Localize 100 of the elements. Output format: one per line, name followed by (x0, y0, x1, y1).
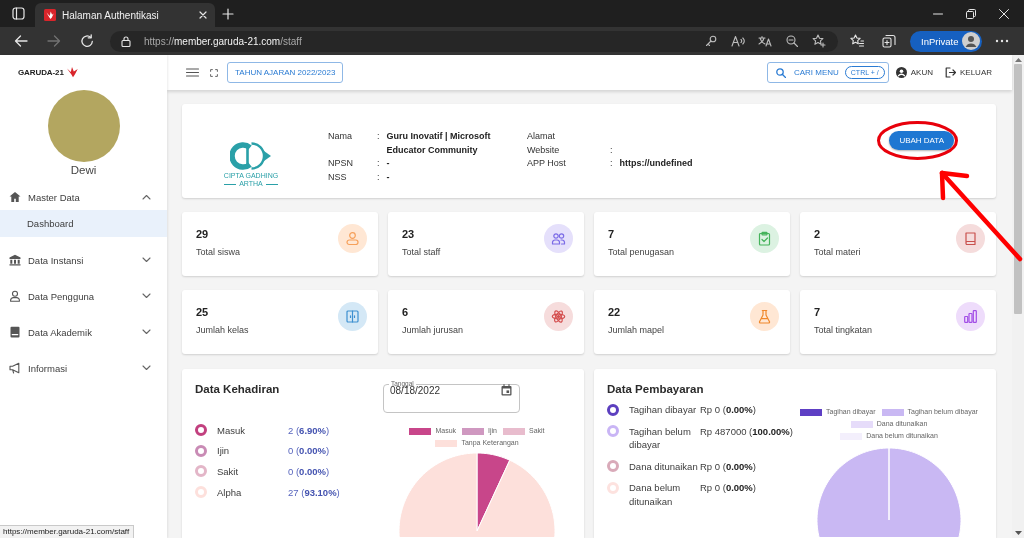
scroll-up-icon[interactable] (1014, 58, 1022, 62)
book-icon (9, 326, 21, 338)
read-aloud-icon[interactable] (730, 35, 745, 47)
stat-label: Jumlah jurusan (402, 325, 464, 336)
user-icon (9, 290, 21, 302)
translate-icon[interactable] (757, 35, 772, 47)
academic-year-button[interactable]: TAHUN AJARAN 2022/2023 (227, 62, 344, 83)
bar-chart-icon (956, 302, 985, 331)
menu-item[interactable]: Master Data (0, 184, 167, 210)
stat-label: Total penugasan (608, 247, 675, 258)
menu-item[interactable]: Data Pengguna (0, 283, 167, 309)
payment-label: Dana ditunaikan (629, 459, 699, 473)
payment-value: Rp 487000 (100.00%) (700, 424, 793, 438)
attendance-label: Alpha (217, 486, 243, 498)
bird-icon (65, 66, 79, 78)
payment-value: Rp 0 (0.00%) (700, 403, 756, 417)
card-title: Data Kehadiran (195, 382, 280, 396)
stat-value: 22 (608, 306, 621, 319)
attendance-value: 27 (93.10%) (288, 486, 340, 498)
menu-item[interactable]: Data Akademik (0, 319, 167, 345)
door-icon (338, 302, 367, 331)
stat-value: 2 (814, 228, 821, 241)
status-url: https://member.garuda-21.com/staff (0, 525, 135, 538)
browser-tab[interactable]: Halaman Authentikasi (35, 3, 215, 27)
card-title: Data Pembayaran (607, 382, 704, 396)
stat-label: Jumlah mapel (608, 325, 665, 336)
separator: : (610, 143, 613, 157)
detail-label: Nama (328, 130, 353, 143)
payment-label: Dana belum ditunaikan (629, 481, 682, 508)
detail-value: Guru Inovatif | Microsoft Educator Community (386, 130, 492, 157)
scrollbar-thumb[interactable] (1014, 64, 1022, 314)
flask-icon (750, 302, 779, 331)
more-icon[interactable] (995, 39, 1009, 43)
refresh-icon[interactable] (79, 34, 94, 48)
profile-avatar-icon (962, 32, 980, 50)
separator: : (610, 157, 613, 170)
account-icon (895, 67, 907, 78)
detail-label: NSS (328, 170, 348, 184)
person-icon (338, 224, 367, 253)
home-icon (9, 191, 21, 203)
separator: : (377, 130, 380, 143)
tab-actions-icon[interactable] (11, 7, 25, 20)
fullscreen-icon[interactable] (210, 68, 218, 77)
account-link[interactable]: AKUN (895, 67, 933, 78)
detail-value: - (386, 157, 390, 170)
attendance-label: Sakit (217, 466, 240, 477)
scrollbar-track[interactable] (1012, 55, 1024, 538)
restore-icon[interactable] (965, 8, 976, 19)
logout-link[interactable]: KELUAR (945, 67, 992, 78)
lock-icon (120, 35, 132, 47)
menu-item[interactable]: Data Instansi (0, 247, 167, 273)
back-arrow-icon[interactable] (13, 34, 28, 48)
brand-logo-text[interactable]: GARUDA-21 (18, 67, 64, 77)
stat-label: Jumlah kelas (196, 325, 249, 336)
stat-label: Total siswa (196, 247, 240, 258)
attendance-label: Ijin (217, 445, 231, 457)
atom-icon (544, 302, 573, 331)
clipboard-check-icon (750, 224, 779, 253)
stat-value: 29 (196, 228, 209, 241)
people-icon (544, 224, 573, 253)
close-icon[interactable] (998, 8, 1009, 19)
attendance-value: 2 (6.90%) (288, 424, 330, 436)
detail-value: https://undefined (619, 157, 693, 170)
building-icon (9, 254, 21, 266)
book-icon (956, 224, 985, 253)
payment-value: Rp 0 (0.00%) (700, 481, 756, 495)
inprivate-button[interactable]: InPrivate (910, 30, 982, 52)
attendance-value: 0 (0.00%) (288, 445, 330, 457)
favorites-icon[interactable] (850, 34, 864, 48)
star-plus-icon[interactable] (811, 34, 826, 48)
stat-value: 7 (814, 306, 821, 319)
close-tab-icon[interactable] (198, 10, 208, 20)
stat-label: Total staff (402, 247, 441, 258)
stat-value: 25 (196, 306, 209, 319)
menu-icon[interactable] (186, 68, 199, 77)
key-icon[interactable] (704, 35, 717, 47)
attendance-value: 0 (0.00%) (288, 466, 330, 477)
calendar-icon[interactable] (501, 384, 512, 396)
collections-icon[interactable] (882, 34, 896, 48)
attendance-label: Masuk (217, 424, 246, 436)
user-name: Dewi (70, 163, 97, 178)
new-tab-icon[interactable] (222, 7, 234, 20)
stat-value: 23 (402, 228, 415, 241)
search-icon (775, 67, 786, 78)
edit-data-button[interactable]: UBAH DATA (889, 131, 954, 150)
menu-item[interactable]: Informasi (0, 355, 167, 381)
detail-label: Alamat (527, 130, 556, 143)
detail-label: Website (527, 143, 561, 157)
scroll-down-icon[interactable] (1014, 531, 1022, 535)
detail-label: APP Host (527, 157, 567, 170)
address-bar[interactable]: https://member.garuda-21.com/staff (110, 30, 838, 52)
detail-label: NPSN (328, 157, 354, 170)
menu-item[interactable]: Dashboard (0, 210, 167, 237)
favicon-icon (44, 9, 56, 21)
stat-label: Total tingkatan (814, 325, 873, 336)
megaphone-icon (9, 362, 21, 374)
logout-icon (945, 67, 956, 78)
separator: : (377, 170, 380, 184)
zoom-out-icon[interactable] (785, 35, 798, 47)
payment-label: Tagihan belum dibayar (629, 424, 692, 452)
